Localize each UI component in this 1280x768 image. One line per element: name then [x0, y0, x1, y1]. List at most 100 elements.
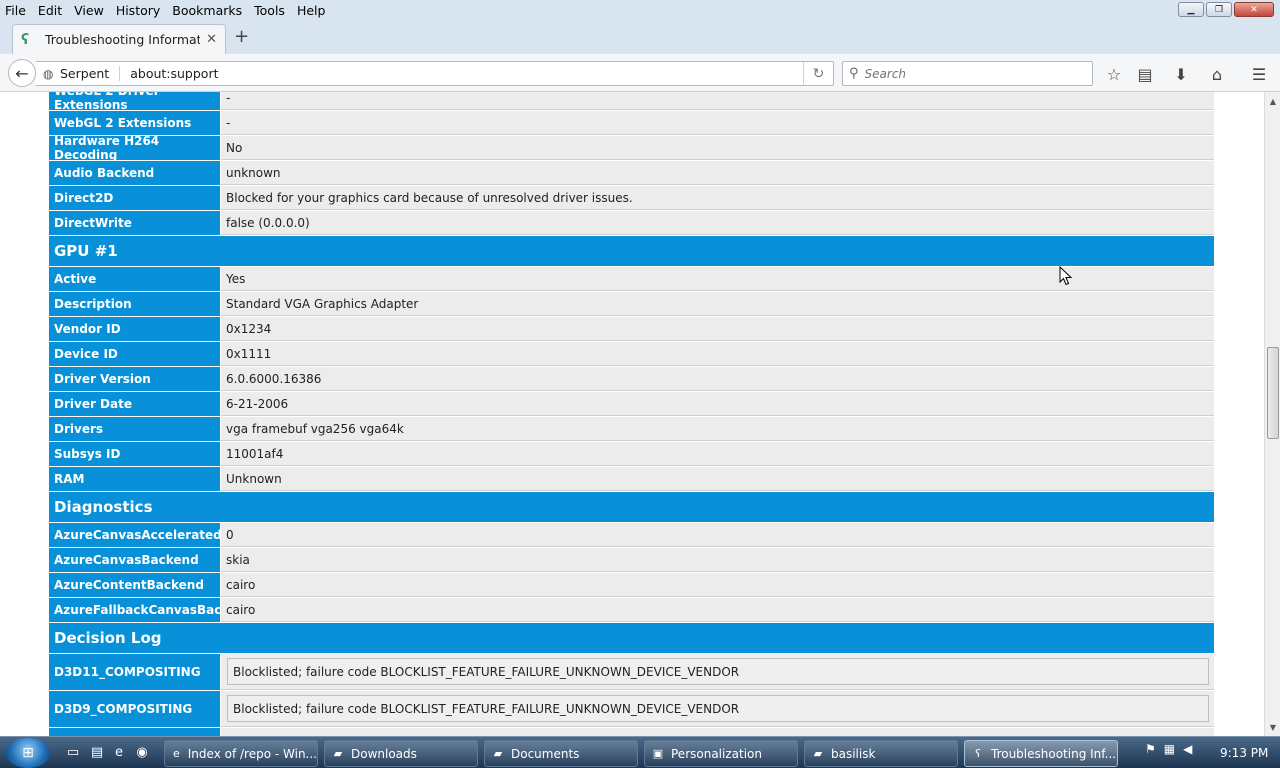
row-key: RAM [49, 467, 221, 491]
window-controls: ▁ ❐ ✕ [1178, 2, 1274, 17]
url-bar[interactable]: ◍ Serpent about:support ↻ [36, 61, 834, 86]
row-value: No [221, 136, 1214, 160]
table-row: Subsys ID 11001af4 [49, 442, 1214, 467]
menu-history[interactable]: History [110, 3, 166, 18]
table-row: AzureContentBackend cairo [49, 573, 1214, 598]
table-row-partial [49, 728, 1214, 736]
scroll-down-arrow-icon[interactable]: ▼ [1265, 720, 1280, 734]
bookmarks-menu-button[interactable]: ▤ [1134, 63, 1156, 85]
log-entry: Blocklisted; failure code BLOCKLIST_FEAT… [227, 658, 1209, 685]
task-label: Personalization [671, 746, 762, 761]
tab-strip: ʕ Troubleshooting Informatic ✕ + [0, 20, 1280, 54]
task-label: Troubleshooting Inf... [991, 746, 1117, 761]
row-value: cairo [221, 573, 1214, 597]
row-key: Drivers [49, 417, 221, 441]
table-row: Drivers vga framebuf vga256 vga64k [49, 417, 1214, 442]
task-personalization[interactable]: ▣ Personalization [644, 740, 798, 767]
row-value: 6-21-2006 [221, 392, 1214, 416]
action-center-flag-icon[interactable]: ⚑ [1145, 742, 1156, 756]
task-index-of-repo[interactable]: e Index of /repo - Win... [164, 740, 318, 767]
tab-troubleshooting[interactable]: ʕ Troubleshooting Informatic ✕ [12, 24, 226, 54]
bookmarks-list-icon: ▤ [1137, 64, 1153, 84]
home-icon: ⌂ [1211, 64, 1223, 84]
volume-muted-icon[interactable]: ◀ [1183, 742, 1192, 756]
task-label: Index of /repo - Win... [187, 746, 317, 761]
table-row: AzureCanvasBackend skia [49, 548, 1214, 573]
row-value: - [221, 111, 1214, 135]
taskbar-clock[interactable]: 9:13 PM [1220, 746, 1268, 760]
task-label: Downloads [351, 746, 417, 761]
row-value: unknown [221, 161, 1214, 185]
graphics-table: WebGL 2 Driver Extensions- WebGL 2 Exten… [49, 92, 1214, 736]
hamburger-menu-icon: ☰ [1251, 64, 1267, 84]
row-key: AzureContentBackend [49, 573, 221, 597]
scroll-up-arrow-icon[interactable]: ▲ [1265, 94, 1280, 108]
ie-icon[interactable]: e [110, 743, 128, 761]
row-key: Active [49, 267, 221, 291]
search-bar[interactable]: ⚲ [842, 61, 1093, 86]
vertical-scrollbar[interactable]: ▲ ▼ [1264, 92, 1280, 736]
task-troubleshooting[interactable]: ʕ Troubleshooting Inf... [964, 740, 1118, 767]
menu-view[interactable]: View [68, 3, 110, 18]
section-heading-gpu1: GPU #1 [49, 236, 1214, 267]
task-basilisk[interactable]: ▰ basilisk [804, 740, 958, 767]
back-button[interactable]: ← [8, 59, 36, 87]
row-key: AzureCanvasAccelerated [49, 523, 222, 547]
url-text[interactable]: about:support [130, 66, 803, 81]
bookmark-star-button[interactable]: ☆ [1103, 63, 1125, 85]
system-tray: ⚑ ▦ ◀ [1145, 742, 1192, 756]
row-key: Hardware H264 Decoding [49, 134, 221, 162]
menu-bar: File Edit View History Bookmarks Tools H… [0, 0, 1280, 20]
site-identity[interactable]: Serpent [60, 66, 121, 81]
reload-button[interactable]: ↻ [803, 62, 833, 85]
menu-file[interactable]: File [0, 3, 32, 18]
close-window-button[interactable]: ✕ [1234, 2, 1274, 17]
windows-logo-icon: ⊞ [22, 745, 34, 761]
row-key: WebGL 2 Extensions [49, 111, 221, 135]
menu-edit[interactable]: Edit [32, 3, 68, 18]
table-row: D3D11_COMPOSITING Blocklisted; failure co… [49, 654, 1214, 691]
menu-tools[interactable]: Tools [248, 3, 291, 18]
row-key: Description [49, 292, 221, 316]
network-icon[interactable]: ▦ [1164, 742, 1175, 756]
close-tab-icon[interactable]: ✕ [206, 32, 217, 47]
row-value: Unknown [221, 467, 1214, 491]
chrome-icon[interactable]: ◉ [133, 743, 151, 761]
show-desktop-icon[interactable]: ▭ [64, 743, 82, 761]
globe-icon: ◍ [43, 66, 54, 81]
explorer-icon[interactable]: ▤ [88, 743, 106, 761]
download-arrow-icon: ⬇ [1174, 64, 1188, 84]
row-value: Blocked for your graphics card because o… [221, 186, 1214, 210]
row-value: 11001af4 [221, 442, 1214, 466]
table-row: Device ID 0x1111 [49, 342, 1214, 367]
table-row: DirectWrite false (0.0.0.0) [49, 211, 1214, 236]
table-row: WebGL 2 Driver Extensions- [49, 92, 1214, 112]
ie-icon: e [172, 746, 180, 760]
search-input[interactable] [864, 66, 1065, 81]
table-row: Active Yes [49, 267, 1214, 292]
start-button[interactable]: ⊞ [6, 738, 50, 768]
row-value: vga framebuf vga256 vga64k [221, 417, 1214, 441]
menu-bookmarks[interactable]: Bookmarks [166, 3, 248, 18]
row-key: WebGL 2 Driver Extensions [49, 92, 221, 112]
folder-icon: ▰ [333, 746, 343, 760]
row-key: Direct2D [49, 186, 221, 210]
task-label: Documents [511, 746, 580, 761]
home-button[interactable]: ⌂ [1206, 63, 1228, 85]
folder-icon: ▰ [813, 746, 823, 760]
row-key: Driver Version [49, 367, 221, 391]
row-value: Standard VGA Graphics Adapter [221, 292, 1214, 316]
reload-icon: ↻ [812, 65, 825, 82]
task-downloads[interactable]: ▰ Downloads [324, 740, 478, 767]
downloads-button[interactable]: ⬇ [1170, 63, 1192, 85]
restore-button[interactable]: ❐ [1206, 2, 1232, 17]
star-icon: ☆ [1106, 64, 1122, 84]
menu-help[interactable]: Help [291, 3, 332, 18]
minimize-button[interactable]: ▁ [1178, 2, 1204, 17]
row-key: Subsys ID [49, 442, 221, 466]
task-documents[interactable]: ▰ Documents [484, 740, 638, 767]
open-menu-button[interactable]: ☰ [1248, 63, 1270, 85]
new-tab-button[interactable]: + [234, 26, 249, 47]
table-row: D3D9_COMPOSITING Blocklisted; failure cod… [49, 691, 1214, 728]
scroll-thumb[interactable] [1267, 347, 1279, 439]
